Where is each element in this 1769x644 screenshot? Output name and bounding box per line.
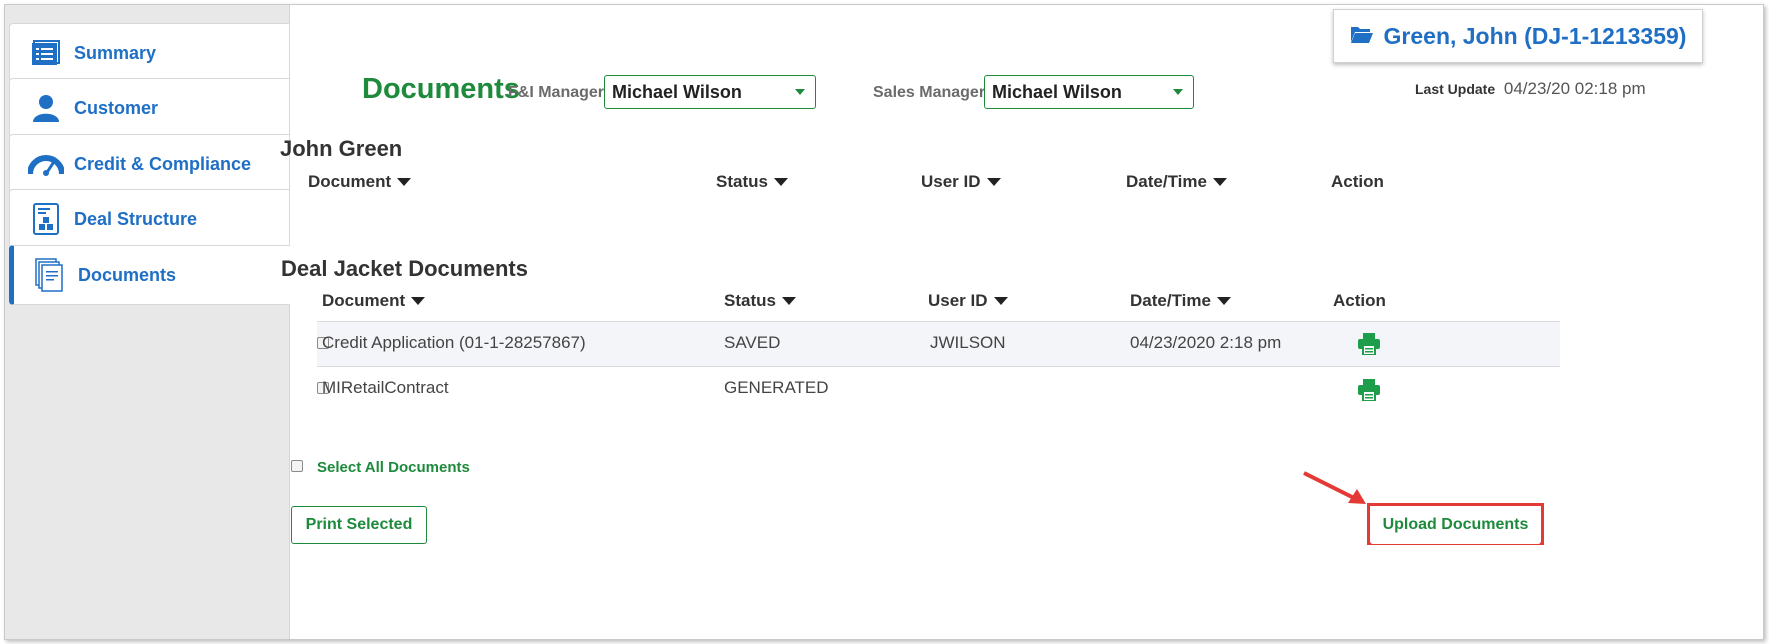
deal-col-user-id[interactable]: User ID xyxy=(928,291,1008,311)
sidebar-item-label: Credit & Compliance xyxy=(74,153,252,174)
gauge-icon xyxy=(26,144,66,184)
customer-col-action: Action xyxy=(1331,172,1384,191)
chevron-down-icon xyxy=(795,89,805,95)
sidebar-item-documents[interactable]: Documents xyxy=(9,245,290,305)
doc-status: SAVED xyxy=(724,333,781,352)
print-selected-button[interactable]: Print Selected xyxy=(291,506,427,544)
sort-down-icon xyxy=(397,178,412,186)
deal-col-status[interactable]: Status xyxy=(724,291,796,311)
documents-icon xyxy=(30,255,70,295)
sort-down-icon xyxy=(1212,178,1227,186)
deal-col-datetime[interactable]: Date/Time xyxy=(1130,291,1231,311)
person-icon xyxy=(26,88,66,128)
sidebar-item-label: Summary xyxy=(74,42,157,63)
sales-manager-select[interactable]: Michael Wilson xyxy=(984,75,1194,109)
chevron-down-icon xyxy=(1173,89,1183,95)
page-title: Documents xyxy=(362,73,520,105)
sidebar-item-credit-compliance[interactable]: Credit & Compliance xyxy=(9,134,290,194)
last-update-label: Last Update xyxy=(1415,81,1496,97)
deal-jacket-badge[interactable]: Green, John (DJ-1-1213359) xyxy=(1333,9,1703,63)
deal-structure-icon xyxy=(26,199,66,239)
sort-down-icon xyxy=(993,297,1008,305)
sort-down-icon xyxy=(773,178,788,186)
doc-name: MIRetailContract xyxy=(322,378,449,397)
sidebar-item-customer[interactable]: Customer xyxy=(9,78,290,138)
last-update-value: 04/23/20 02:18 pm xyxy=(1503,79,1646,98)
customer-col-document[interactable]: Document xyxy=(308,172,412,192)
deal-jacket-docs-title: Deal Jacket Documents xyxy=(281,256,528,281)
sidebar-item-label: Customer xyxy=(74,97,159,118)
customer-col-user-id[interactable]: User ID xyxy=(921,172,1001,192)
callout-arrow xyxy=(1303,471,1366,504)
doc-status: GENERATED xyxy=(724,378,829,397)
sales-manager-value: Michael Wilson xyxy=(992,81,1122,102)
doc-name: Credit Application (01-1-28257867) xyxy=(322,333,586,352)
sort-down-icon xyxy=(1216,297,1231,305)
select-all-checkbox[interactable] xyxy=(291,460,303,472)
summary-list-icon xyxy=(26,33,66,73)
deal-col-document[interactable]: Document xyxy=(322,291,426,311)
select-all-label[interactable]: Select All Documents xyxy=(317,459,470,476)
doc-datetime: 04/23/2020 2:18 pm xyxy=(1130,333,1282,352)
printer-icon[interactable] xyxy=(1357,333,1381,356)
doc-user-id: JWILSON xyxy=(930,333,1006,352)
printer-icon[interactable] xyxy=(1357,379,1381,402)
customer-col-datetime[interactable]: Date/Time xyxy=(1126,172,1227,192)
sales-manager-label: Sales Manager xyxy=(873,84,986,101)
upload-documents-button[interactable]: Upload Documents xyxy=(1370,506,1541,544)
sort-down-icon xyxy=(986,178,1001,186)
sidebar-item-deal-structure[interactable]: Deal Structure xyxy=(9,189,290,249)
sort-down-icon xyxy=(781,297,796,305)
sidebar-item-label: Documents xyxy=(78,264,177,285)
last-update: Last Update 04/23/20 02:18 pm xyxy=(1415,79,1646,99)
customer-col-status[interactable]: Status xyxy=(716,172,788,192)
app-window: Summary Customer Credit & Compliance Dea… xyxy=(4,4,1764,640)
customer-docs-title: John Green xyxy=(280,136,403,161)
sidebar-item-summary[interactable]: Summary xyxy=(9,23,290,83)
sidebar-item-label: Deal Structure xyxy=(74,208,198,229)
fi-manager-label: F&I Manager xyxy=(508,84,605,101)
fi-manager-value: Michael Wilson xyxy=(612,81,742,102)
main-panel: Green, John (DJ-1-1213359) Documents F&I… xyxy=(280,5,1763,639)
deal-jacket-label: Green, John (DJ-1-1213359) xyxy=(1383,22,1687,49)
sort-down-icon xyxy=(411,297,426,305)
fi-manager-select[interactable]: Michael Wilson xyxy=(604,75,816,109)
folder-open-icon xyxy=(1350,23,1374,50)
deal-col-action: Action xyxy=(1333,291,1386,310)
sidebar: Summary Customer Credit & Compliance Dea… xyxy=(5,5,290,639)
